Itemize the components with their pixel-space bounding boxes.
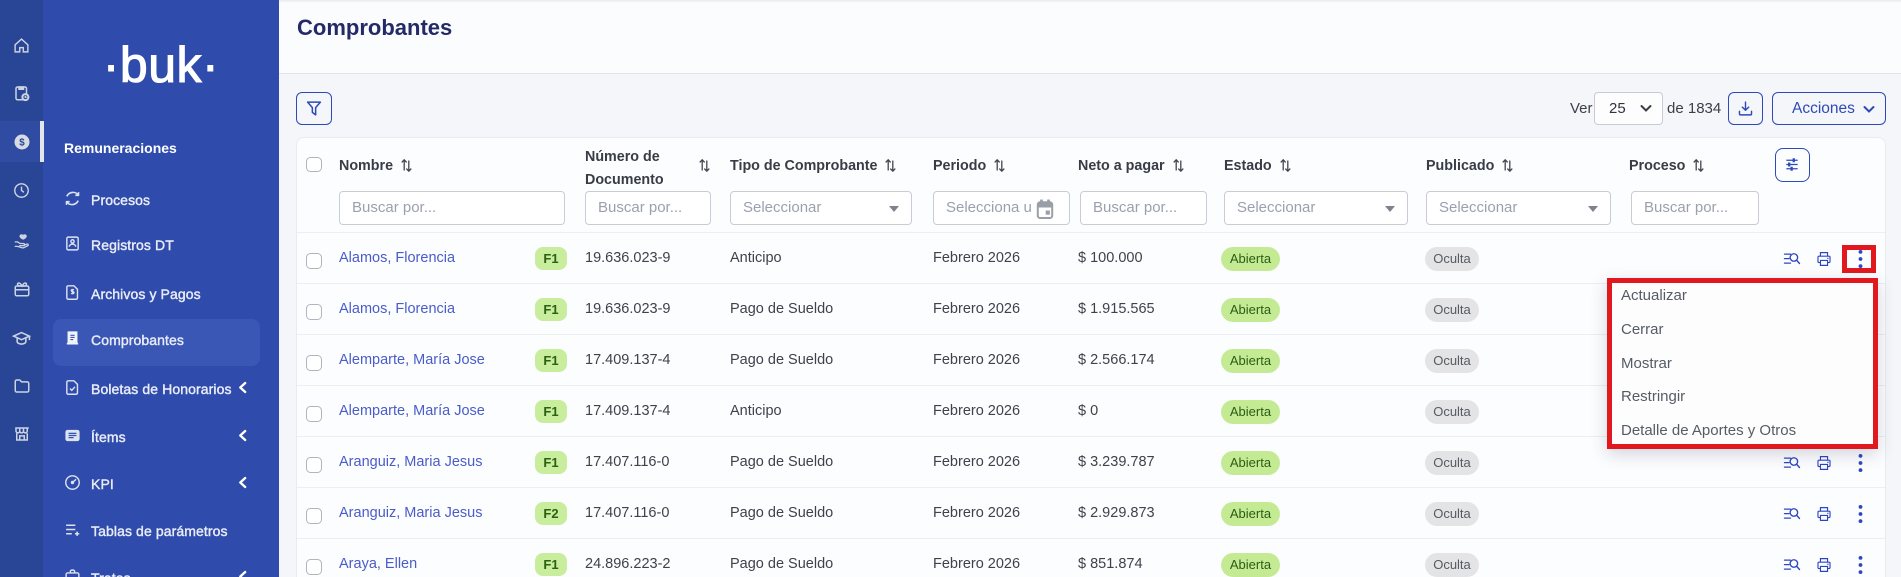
svg-text:$: $ — [19, 137, 25, 148]
